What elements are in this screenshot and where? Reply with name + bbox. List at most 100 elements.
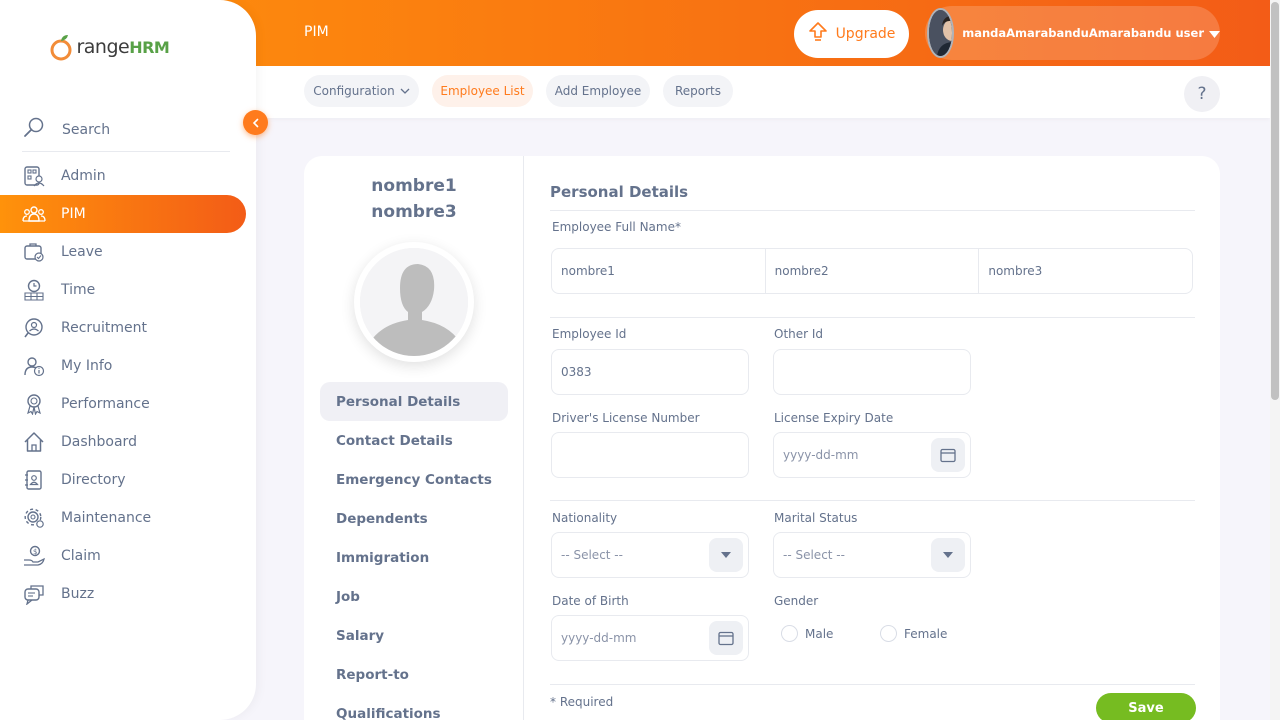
marital-value: -- Select -- xyxy=(783,548,845,562)
expiry-label: License Expiry Date xyxy=(774,411,894,425)
section-emergency-contacts[interactable]: Emergency Contacts xyxy=(320,460,508,499)
sidebar-item-maintenance[interactable]: Maintenance xyxy=(0,499,246,537)
calendar-icon[interactable] xyxy=(709,621,743,655)
tab-label: Add Employee xyxy=(554,84,642,98)
section-immigration[interactable]: Immigration xyxy=(320,538,508,577)
sidebar-collapse-button[interactable] xyxy=(243,110,268,135)
top-subnav: Configuration Employee List Add Employee… xyxy=(256,66,1270,118)
middle-name-field[interactable]: nombre2 xyxy=(766,249,980,293)
sidebar-item-label: Maintenance xyxy=(61,510,152,526)
license-label: Driver's License Number xyxy=(552,411,700,425)
section-dependents[interactable]: Dependents xyxy=(320,499,508,538)
chevron-down-icon xyxy=(400,84,410,98)
tab-add-employee[interactable]: Add Employee xyxy=(546,75,650,107)
calendar-icon[interactable] xyxy=(931,438,965,472)
employee-photo[interactable] xyxy=(354,242,474,362)
gender-label: Gender xyxy=(774,594,819,608)
sidebar-item-claim[interactable]: $ Claim xyxy=(0,537,246,575)
sidebar-item-pim[interactable]: PIM xyxy=(0,195,246,233)
sidebar-item-buzz[interactable]: Buzz xyxy=(0,575,246,613)
radio-circle xyxy=(781,625,798,642)
last-name-field[interactable]: nombre3 xyxy=(979,249,1192,293)
divider xyxy=(550,210,1195,211)
sidebar-item-dashboard[interactable]: Dashboard xyxy=(0,423,246,461)
gender-male-radio[interactable]: Male xyxy=(781,625,833,642)
employee-id-field[interactable]: 0383 xyxy=(551,349,749,395)
chevron-left-icon xyxy=(251,113,261,132)
time-icon xyxy=(22,278,46,302)
logo-range: range xyxy=(76,36,130,58)
performance-icon xyxy=(22,392,46,416)
divider xyxy=(550,500,1195,501)
avatar xyxy=(927,8,955,58)
search-label: Search xyxy=(62,121,111,138)
form-title: Personal Details xyxy=(550,183,689,201)
section-salary[interactable]: Salary xyxy=(320,616,508,655)
admin-icon xyxy=(22,164,46,188)
section-report-to[interactable]: Report-to xyxy=(320,655,508,694)
save-button[interactable]: Save xyxy=(1096,693,1196,720)
sidebar-item-performance[interactable]: Performance xyxy=(0,385,246,423)
scrollbar-thumb[interactable] xyxy=(1271,2,1279,400)
first-name-field[interactable]: nombre1 xyxy=(552,249,766,293)
license-field[interactable] xyxy=(551,432,749,478)
marital-label: Marital Status xyxy=(774,511,858,525)
radio-circle xyxy=(880,625,897,642)
leave-icon xyxy=(22,240,46,264)
tab-label: Employee List xyxy=(440,84,525,98)
license-expiry-field[interactable]: yyyy-dd-mm xyxy=(773,432,971,478)
sidebar-item-directory[interactable]: Directory xyxy=(0,461,246,499)
user-menu[interactable]: mandaAmarabanduAmarabandu user xyxy=(925,6,1220,60)
other-id-field[interactable] xyxy=(773,349,971,395)
upgrade-label: Upgrade xyxy=(835,26,896,42)
section-qualifications[interactable]: Qualifications xyxy=(320,694,508,720)
section-contact-details[interactable]: Contact Details xyxy=(320,421,508,460)
required-note: * Required xyxy=(550,695,614,709)
sidebar-item-leave[interactable]: Leave xyxy=(0,233,246,271)
sidebar-item-admin[interactable]: Admin xyxy=(0,157,246,195)
tab-employee-list[interactable]: Employee List xyxy=(432,75,533,107)
sidebar-menu: Admin PIM Leave Time Recruitment My Info… xyxy=(0,157,256,613)
other-id-label: Other Id xyxy=(774,327,824,341)
sidebar-item-label: Time xyxy=(61,282,96,298)
nationality-value: -- Select -- xyxy=(561,548,623,562)
employee-name-line2: nombre3 xyxy=(371,202,457,222)
date-of-birth-field[interactable]: yyyy-dd-mm xyxy=(551,615,749,661)
marital-status-select[interactable]: -- Select -- xyxy=(773,532,971,578)
gender-female-radio[interactable]: Female xyxy=(880,625,947,642)
section-job[interactable]: Job xyxy=(320,577,508,616)
expiry-placeholder: yyyy-dd-mm xyxy=(783,448,859,462)
full-name-group: nombre1 nombre2 nombre3 xyxy=(551,248,1193,294)
sidebar-search[interactable]: Search xyxy=(22,108,230,152)
nationality-select[interactable]: -- Select -- xyxy=(551,532,749,578)
sidebar: OrangeHRM Search Admin PIM Leave Time Re… xyxy=(0,0,256,720)
sidebar-item-label: Directory xyxy=(61,472,126,488)
pim-icon xyxy=(22,202,46,226)
sidebar-item-label: Performance xyxy=(61,396,150,412)
full-name-label: Employee Full Name* xyxy=(552,220,681,234)
tab-configuration[interactable]: Configuration xyxy=(304,75,419,107)
svg-text:$: $ xyxy=(33,548,37,556)
sidebar-item-label: Leave xyxy=(61,244,103,260)
buzz-chat-icon xyxy=(22,582,46,606)
divider xyxy=(550,317,1195,318)
page-title: PIM xyxy=(304,24,329,40)
section-personal-details[interactable]: Personal Details xyxy=(320,382,508,421)
divider xyxy=(550,684,1195,685)
upgrade-button[interactable]: Upgrade xyxy=(794,10,909,58)
recruitment-icon xyxy=(22,316,46,340)
search-icon xyxy=(22,116,46,144)
sidebar-item-label: Admin xyxy=(61,168,106,184)
help-button[interactable]: ? xyxy=(1184,76,1220,112)
directory-icon xyxy=(22,468,46,492)
radio-label: Female xyxy=(904,626,948,641)
sidebar-item-label: Dashboard xyxy=(61,434,137,450)
maintenance-gear-icon xyxy=(22,506,46,530)
logo-hrm: HRM xyxy=(129,38,170,57)
sidebar-item-time[interactable]: Time xyxy=(0,271,246,309)
sidebar-item-my-info[interactable]: My Info xyxy=(0,347,246,385)
sidebar-item-label: PIM xyxy=(61,206,86,222)
tab-reports[interactable]: Reports xyxy=(663,75,733,107)
sidebar-item-recruitment[interactable]: Recruitment xyxy=(0,309,246,347)
dob-label: Date of Birth xyxy=(552,594,629,608)
